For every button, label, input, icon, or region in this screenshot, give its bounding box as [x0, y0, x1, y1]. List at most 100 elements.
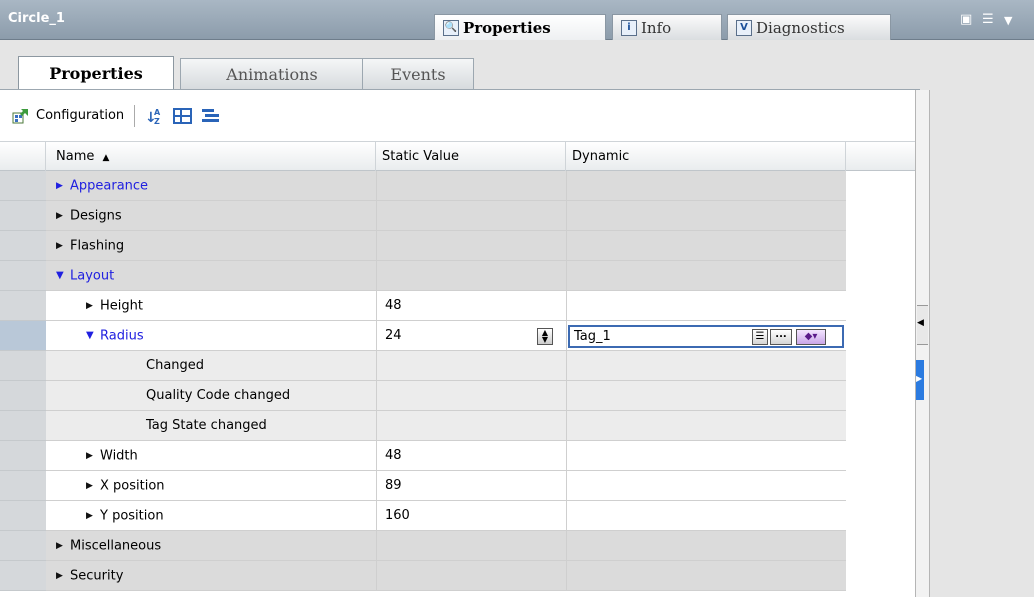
collapse-arrow-icon[interactable]: ▼: [56, 261, 70, 291]
table-row[interactable]: ▶ Flashing: [0, 231, 915, 261]
collapse-all-icon[interactable]: [201, 107, 221, 125]
tab-events[interactable]: Events: [362, 58, 474, 90]
row-label: Width: [100, 448, 138, 464]
row-header: [0, 201, 46, 231]
static-value-cell[interactable]: 48: [376, 291, 566, 321]
panel-tab-diagnostics[interactable]: V Diagnostics: [727, 14, 891, 40]
tag-input[interactable]: Tag_1 ☰ ... ◆▾: [568, 325, 844, 348]
tab-properties[interactable]: Properties: [18, 56, 174, 90]
expand-arrow-icon[interactable]: ▶: [56, 561, 70, 591]
configuration-label: Configuration: [36, 108, 125, 123]
collapse-arrow-icon[interactable]: ▼: [86, 321, 100, 351]
expand-arrow-icon[interactable]: ▶: [56, 231, 70, 261]
table-row[interactable]: ▶ Height 48: [0, 291, 915, 321]
static-value-cell: [376, 351, 566, 381]
tag-list-icon[interactable]: ☰: [752, 329, 768, 345]
expand-arrow-icon[interactable]: ▶: [86, 501, 100, 531]
static-value-cell[interactable]: 160: [376, 501, 566, 531]
chevron-down-icon[interactable]: ▼: [1004, 14, 1012, 27]
row-header: [0, 321, 46, 351]
row-name-cell: ▶ Appearance: [46, 171, 376, 201]
spinner-updown-icon[interactable]: ▲ ▼: [537, 328, 553, 345]
row-label: X position: [100, 478, 165, 494]
table-row[interactable]: ▶ Y position 160: [0, 501, 915, 531]
static-value-cell: [376, 531, 566, 561]
expand-arrow-icon[interactable]: ▶: [56, 531, 70, 561]
row-label: Radius: [100, 328, 144, 344]
static-value-cell[interactable]: 89: [376, 471, 566, 501]
diagnostics-icon: V: [736, 19, 752, 36]
float-window-icon[interactable]: ▣: [960, 12, 972, 27]
expand-panel-button[interactable]: ▶: [916, 360, 924, 400]
table-row[interactable]: Quality Code changed: [0, 381, 915, 411]
row-label: Height: [100, 298, 143, 314]
table-row[interactable]: ▶ X position 89: [0, 471, 915, 501]
row-header: [0, 171, 46, 201]
row-name-cell: ▼ Layout: [46, 261, 376, 291]
column-name-label: Name: [56, 149, 95, 164]
toolbar-separator: [134, 104, 136, 127]
dynamic-cell: [566, 561, 846, 591]
sort-alphabetical-icon[interactable]: ↓ A Z: [145, 106, 165, 126]
static-value-cell: [376, 561, 566, 591]
grid-header: Name ▲ Static Value Dynamic: [0, 141, 915, 171]
expand-arrow-icon[interactable]: ▶: [56, 171, 70, 201]
static-value-cell[interactable]: 48: [376, 441, 566, 471]
dynamic-cell: [566, 231, 846, 261]
table-row-selected[interactable]: ▼ Radius 24 ▲ ▼ Tag_1 ☰ ... ◆▾: [0, 321, 915, 351]
table-row[interactable]: ▶ Miscellaneous: [0, 531, 915, 561]
dynamic-cell: [566, 381, 846, 411]
row-header: [0, 411, 46, 441]
tab-animations[interactable]: Animations: [180, 58, 364, 90]
panel-tab-properties[interactable]: 🔍 Properties: [434, 14, 606, 40]
row-label: Flashing: [70, 238, 125, 254]
row-header: [0, 231, 46, 261]
dynamic-cell: [566, 171, 846, 201]
row-header: [0, 351, 46, 381]
dynamic-cell: [566, 201, 846, 231]
table-row[interactable]: ▶ Appearance: [0, 171, 915, 201]
dynamic-cell[interactable]: [566, 501, 846, 531]
column-dynamic-header[interactable]: Dynamic: [566, 142, 846, 171]
column-static-header[interactable]: Static Value: [376, 142, 566, 171]
row-header: [0, 261, 46, 291]
table-row[interactable]: ▶ Designs: [0, 201, 915, 231]
table-row[interactable]: ▼ Layout: [0, 261, 915, 291]
layout-menu-icon[interactable]: ☰: [982, 12, 994, 27]
row-label: Y position: [100, 508, 164, 524]
browse-button[interactable]: ...: [770, 329, 792, 345]
dynamic-cell: [566, 411, 846, 441]
table-row[interactable]: ▶ Security: [0, 561, 915, 591]
collapse-left-icon[interactable]: ◀: [917, 318, 924, 328]
row-header: [0, 531, 46, 561]
table-row[interactable]: Changed: [0, 351, 915, 381]
expand-arrow-icon[interactable]: ▶: [56, 201, 70, 231]
configuration-button[interactable]: Configuration: [12, 104, 124, 128]
row-label: Miscellaneous: [70, 538, 162, 554]
dynamic-cell[interactable]: [566, 291, 846, 321]
table-row[interactable]: ▶ Width 48: [0, 441, 915, 471]
static-value-cell: [376, 261, 566, 291]
row-name-cell: ▶ Width: [46, 441, 376, 471]
panel-tab-info[interactable]: i Info: [612, 14, 722, 40]
sort-ascending-icon: ▲: [102, 153, 110, 163]
expand-right-icon: ▶: [916, 374, 923, 383]
vertical-scrollbar[interactable]: ◀ ▶: [915, 90, 930, 597]
inspector-title-bar: Circle_1 🔍 Properties i Info V Diagnosti…: [0, 0, 1034, 40]
dynamic-cell: [566, 261, 846, 291]
dynamic-cell[interactable]: [566, 441, 846, 471]
row-header: [0, 501, 46, 531]
svg-text:Z: Z: [154, 117, 160, 126]
side-panel: [930, 90, 1034, 597]
expand-all-icon[interactable]: [173, 107, 193, 125]
expand-arrow-icon[interactable]: ▶: [86, 291, 100, 321]
row-name-cell: ▶ Flashing: [46, 231, 376, 261]
table-row[interactable]: Tag State changed: [0, 411, 915, 441]
column-name-header[interactable]: Name ▲: [46, 142, 376, 171]
expand-arrow-icon[interactable]: ▶: [86, 471, 100, 501]
dynamic-cell[interactable]: [566, 471, 846, 501]
expand-arrow-icon[interactable]: ▶: [86, 441, 100, 471]
tag-type-dropdown-icon[interactable]: ◆▾: [796, 329, 826, 345]
row-name-cell: Tag State changed: [46, 411, 376, 441]
dynamic-cell: [566, 351, 846, 381]
